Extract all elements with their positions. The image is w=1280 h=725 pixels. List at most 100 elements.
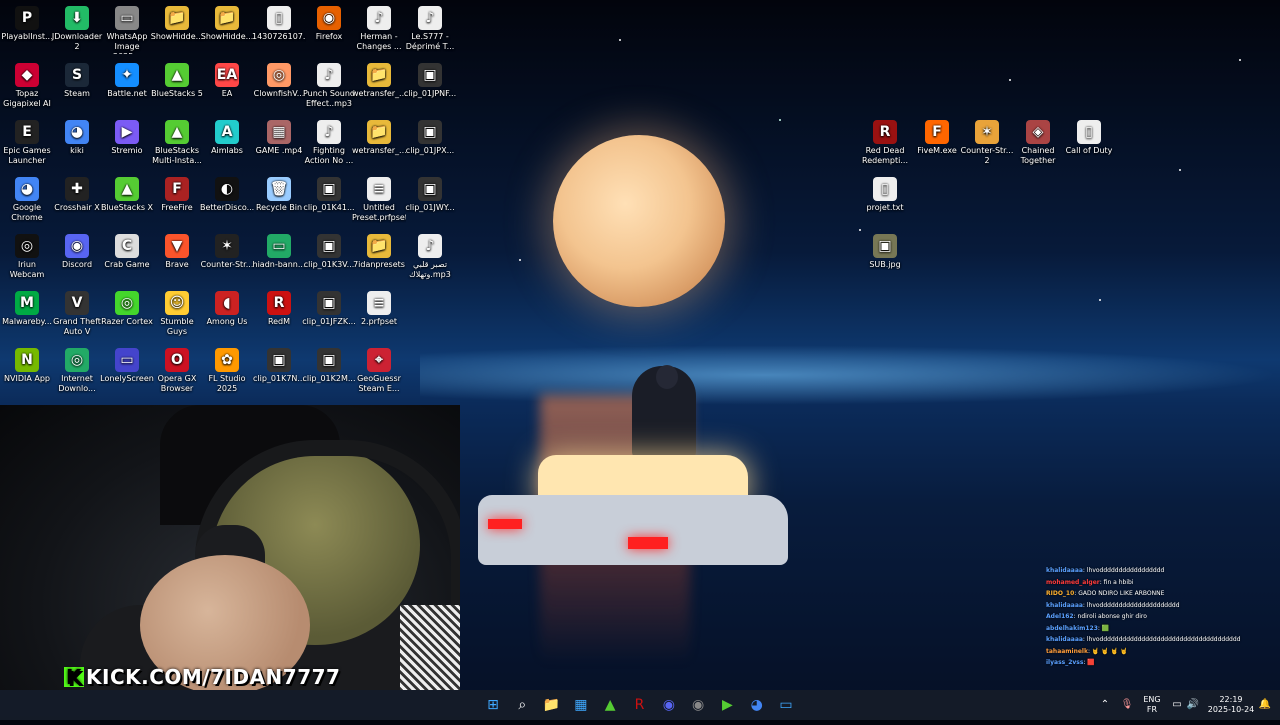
chat-username[interactable]: abdelhakim123 <box>1046 625 1098 632</box>
desktop-icon-battlenet[interactable]: ✦ Battle.net <box>100 63 154 99</box>
desktop-icon-among-us[interactable]: ◖ Among Us <box>200 291 254 327</box>
desktop-icon-stremio[interactable]: ▶ Stremio <box>100 120 154 156</box>
desktop-icon-herman-changes[interactable]: ♪ Herman - Changes ... <box>352 6 406 52</box>
desktop-icon-gta5[interactable]: V Grand Theft Auto V <box>50 291 104 337</box>
desktop-icon-flstudio[interactable]: ✿ FL Studio 2025 <box>200 348 254 394</box>
among-us-icon: ◖ <box>215 291 239 315</box>
desktop-icon-label: FiveM.exe <box>917 146 957 155</box>
taskbar-microsoft-store-icon[interactable]: ▦ <box>569 693 593 717</box>
desktop-icon-freefire[interactable]: F FreeFire <box>150 177 204 213</box>
show-hidden-icons-chevron-icon[interactable]: ⌃ <box>1098 690 1112 720</box>
desktop-icon-topaz[interactable]: ◆ Topaz Gigapixel AI <box>0 63 54 109</box>
desktop-icon-kiki[interactable]: ◕ kiki <box>50 120 104 156</box>
desktop-icon-counter-strike[interactable]: ✶ Counter-Str... <box>200 234 254 270</box>
desktop-icon-untitled-preset[interactable]: ≡ Untitled Preset.prfpset <box>352 177 406 223</box>
taskbar-discord-icon[interactable]: ◉ <box>657 693 681 717</box>
desktop-icon-discord[interactable]: ◉ Discord <box>50 234 104 270</box>
desktop-icon-rdr2[interactable]: R Red Dead Redempti... <box>858 120 912 166</box>
chat-username[interactable]: tahaaminelk <box>1046 648 1088 655</box>
taskbar-bluestacks-icon[interactable]: ▲ <box>598 693 622 717</box>
desktop-icon-sub-jpg[interactable]: ▣ SUB.jpg <box>858 234 912 270</box>
desktop-icon-showhidden1[interactable]: 📁 ShowHidde... <box>150 6 204 42</box>
desktop-icon-crab-game[interactable]: C Crab Game <box>100 234 154 270</box>
desktop-icon-clip-01jpx[interactable]: ▣ clip_01JPX... <box>403 120 457 156</box>
desktop-icon-file-1430726107[interactable]: ▯ 1430726107... <box>252 6 306 42</box>
desktop-icon-7idanpresets[interactable]: 📁 7idanpresets <box>352 234 406 270</box>
chat-username[interactable]: ilyass_2vss <box>1046 659 1083 666</box>
desktop-icon-brave[interactable]: ▼ Brave <box>150 234 204 270</box>
network-icon[interactable]: ▭ <box>1170 690 1184 720</box>
chat-username[interactable]: khalidaaaa <box>1046 636 1083 643</box>
desktop-icon-redm[interactable]: R RedM <box>252 291 306 327</box>
chat-username[interactable]: khalidaaaa <box>1046 602 1083 609</box>
desktop-icon-ea[interactable]: EA EA <box>200 63 254 99</box>
desktop-icon-bluestacks-x[interactable]: ▲ BlueStacks X <box>100 177 154 213</box>
clip-01jfzk-icon: ▣ <box>317 291 341 315</box>
desktop-icon-epic-games[interactable]: E Epic Games Launcher <box>0 120 54 166</box>
desktop-icon-hiadn-bann[interactable]: ▭ hiadn-bann... <box>252 234 306 270</box>
fighting-action-icon: ♪ <box>317 120 341 144</box>
desktop-icon-clip-01jfzk[interactable]: ▣ clip_01JFZK... <box>302 291 356 327</box>
desktop-icon-call-of-duty[interactable]: ▯ Call of Duty <box>1062 120 1116 156</box>
desktop-icon-geoguessr[interactable]: ⌖ GeoGuessr Steam E... <box>352 348 406 394</box>
chat-username[interactable]: mohamed_alger <box>1046 579 1100 586</box>
desktop-icon-projet-txt[interactable]: ▯ projet.txt <box>858 177 912 213</box>
desktop-icon-razer-cortex[interactable]: ◎ Razer Cortex <box>100 291 154 327</box>
desktop-icon-whatsapp-image[interactable]: ▭WhatsApp Image 2025... <box>100 6 154 54</box>
desktop-icon-clownfish[interactable]: ◎ ClownfishV... <box>252 63 306 99</box>
desktop-icon-chained-together[interactable]: ◈ Chained Together <box>1011 120 1065 166</box>
desktop-icon-jdownloader[interactable]: ⬇ JDownloader 2 <box>50 6 104 52</box>
desktop-icon-clip-01k2m[interactable]: ▣ clip_01K2M... <box>302 348 356 384</box>
desktop-icon-lonelyscreen[interactable]: ▭ LonelyScreen <box>100 348 154 384</box>
desktop-icon-firefox[interactable]: ◉ Firefox <box>302 6 356 42</box>
desktop-icon-clip-01k3v[interactable]: ▣ clip_01K3V... <box>302 234 356 270</box>
notifications-icon[interactable]: 🔔 <box>1258 690 1272 720</box>
desktop-icon-iriun-webcam[interactable]: ◎ Iriun Webcam <box>0 234 54 280</box>
desktop-icon-stumble-guys[interactable]: ☺ Stumble Guys <box>150 291 204 337</box>
microphone-icon[interactable]: 🎙 <box>1120 690 1134 720</box>
desktop-icon-betterdisco[interactable]: ◐ BetterDisco... <box>200 177 254 213</box>
desktop-icon-showhidden2[interactable]: 📁 ShowHidde... <box>200 6 254 42</box>
desktop-icon-opera-gx[interactable]: O Opera GX Browser <box>150 348 204 394</box>
desktop-icon-idm[interactable]: ◎ Internet Downlo... <box>50 348 104 394</box>
firefox-icon: ◉ <box>317 6 341 30</box>
taskbar-file-explorer-icon[interactable]: 📁 <box>540 693 564 717</box>
desktop-icon-game-mp4[interactable]: ▦ GAME .mp4 <box>252 120 306 156</box>
desktop-icon-steam[interactable]: S Steam <box>50 63 104 99</box>
taskbar-obs-icon[interactable]: ◉ <box>686 693 710 717</box>
desktop-icon-playablinst[interactable]: P PlayablInst... <box>0 6 54 42</box>
desktop-icon-nvidia-app[interactable]: N NVIDIA App <box>0 348 54 384</box>
desktop-icon-fighting-action[interactable]: ♪ Fighting Action No ... <box>302 120 356 166</box>
taskbar-screen-icon[interactable]: ▭ <box>774 693 798 717</box>
desktop-icon-fivem[interactable]: F FiveM.exe <box>910 120 964 156</box>
desktop-icon-bluestacks5[interactable]: ▲ BlueStacks 5 <box>150 63 204 99</box>
desktop-icon-arabic-mp3[interactable]: ♪ تصبر قلبي وتهلاك.mp3 <box>403 234 457 280</box>
desktop-icon-le-s777[interactable]: ♪ Le.S777 - Déprimé T... <box>403 6 457 52</box>
desktop-icon-aimlabs[interactable]: A Aimlabs <box>200 120 254 156</box>
chat-username[interactable]: Adel162 <box>1046 613 1074 620</box>
taskbar-search-icon[interactable]: ⌕ <box>510 693 534 717</box>
desktop-icon-bluestacks-multi[interactable]: ▲ BlueStacks Multi-Insta... <box>150 120 204 166</box>
taskbar-play-icon[interactable]: ▶ <box>715 693 739 717</box>
taskbar-chrome-icon[interactable]: ◕ <box>745 693 769 717</box>
lonelyscreen-icon: ▭ <box>115 348 139 372</box>
desktop-icon-crosshair-x[interactable]: ✚ Crosshair X <box>50 177 104 213</box>
desktop-icon-recycle-bin[interactable]: 🗑 Recycle Bin <box>252 177 306 213</box>
desktop-icon-prfpset2[interactable]: ≡ 2.prfpset <box>352 291 406 327</box>
desktop-icon-punch-sound[interactable]: ♪ Punch Sound Effect..mp3 <box>302 63 356 109</box>
desktop-icon-malwarebytes[interactable]: M Malwareby... <box>0 291 54 327</box>
desktop-icon-wetransfer2[interactable]: 📁 wetransfer_... <box>352 120 406 156</box>
desktop-icon-cs2[interactable]: ✶ Counter-Str... 2 <box>960 120 1014 166</box>
desktop-icon-clip-01jwy[interactable]: ▣ clip_01JWY... <box>403 177 457 213</box>
chat-username[interactable]: khalidaaaa <box>1046 567 1083 574</box>
desktop-icon-clip-01k41[interactable]: ▣ clip_01K41... <box>302 177 356 213</box>
topaz-icon: ◆ <box>15 63 39 87</box>
taskbar-start-icon[interactable]: ⊞ <box>481 693 505 717</box>
desktop-icon-clip-01k7n[interactable]: ▣ clip_01K7N... <box>252 348 306 384</box>
chat-username[interactable]: RIDO_10 <box>1046 590 1074 597</box>
desktop-icon-clip-01jpnf[interactable]: ▣ clip_01JPNF... <box>403 63 457 99</box>
desktop-icon-wetransfer1[interactable]: 📁 wetransfer_... <box>352 63 406 99</box>
volume-icon[interactable]: 🔊 <box>1186 690 1200 720</box>
taskbar-redm-icon[interactable]: R <box>628 693 652 717</box>
desktop-icon-google-chrome[interactable]: ◕ Google Chrome <box>0 177 54 223</box>
